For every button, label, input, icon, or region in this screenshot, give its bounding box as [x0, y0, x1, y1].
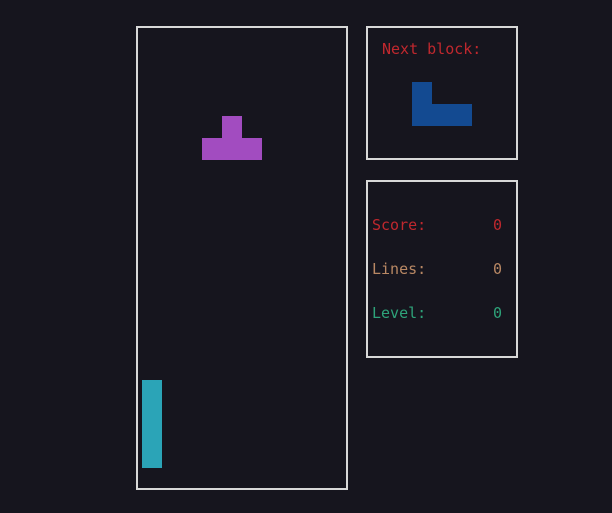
falling-piece-cell [222, 138, 242, 160]
next-piece-cell [412, 82, 432, 104]
level-label: Level: [372, 304, 427, 322]
next-block-panel: Next block: [366, 26, 518, 160]
game-board [136, 26, 348, 490]
score-value: 0 [492, 216, 502, 234]
falling-piece-cell [222, 116, 242, 138]
lines-value: 0 [492, 260, 502, 278]
stacked-block-cell [142, 424, 162, 446]
level-value: 0 [492, 304, 502, 322]
lines-label: Lines: [372, 260, 427, 278]
next-piece-cell [412, 104, 432, 126]
stacked-block-cell [142, 380, 162, 402]
next-block-title: Next block: [382, 40, 482, 58]
stats-panel: Score: 0 Lines: 0 Level: 0 [366, 180, 518, 358]
stacked-block-cell [142, 402, 162, 424]
next-piece-cell [432, 104, 452, 126]
score-label: Score: [372, 216, 427, 234]
stacked-block-cell [142, 446, 162, 468]
next-piece-cell [452, 104, 472, 126]
falling-piece-cell [202, 138, 222, 160]
falling-piece-cell [242, 138, 262, 160]
